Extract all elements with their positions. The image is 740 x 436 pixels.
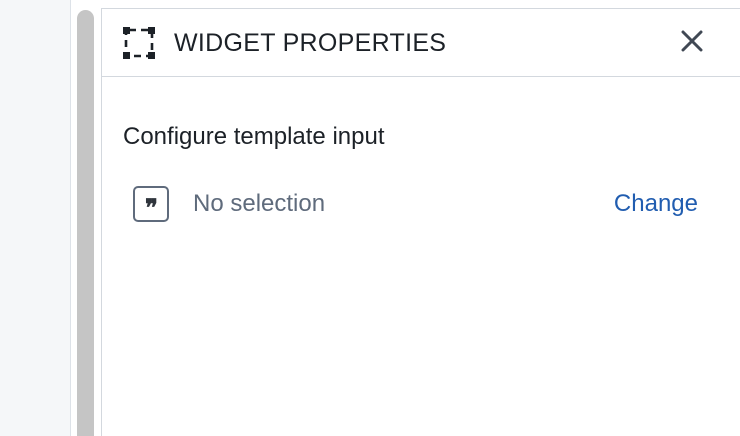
selection-value: No selection [193,190,326,217]
panel-title: WIDGET PROPERTIES [174,29,447,57]
canvas-area[interactable] [0,0,71,436]
change-button[interactable]: Change [614,188,698,220]
close-button[interactable] [676,27,708,59]
close-icon [681,30,703,57]
panel-header: WIDGET PROPERTIES [102,9,740,77]
scrollbar[interactable] [77,10,94,436]
app-root: WIDGET PROPERTIES Configure template inp… [0,0,740,436]
panel-resize-gutter [71,0,101,436]
template-input-label: Configure template input [123,123,385,150]
quote-icon: ❞ [133,186,169,222]
widget-properties-panel: WIDGET PROPERTIES Configure template inp… [101,8,740,436]
widget-frame-icon [122,26,156,60]
template-input-row: ❞ No selection Change [123,182,698,226]
